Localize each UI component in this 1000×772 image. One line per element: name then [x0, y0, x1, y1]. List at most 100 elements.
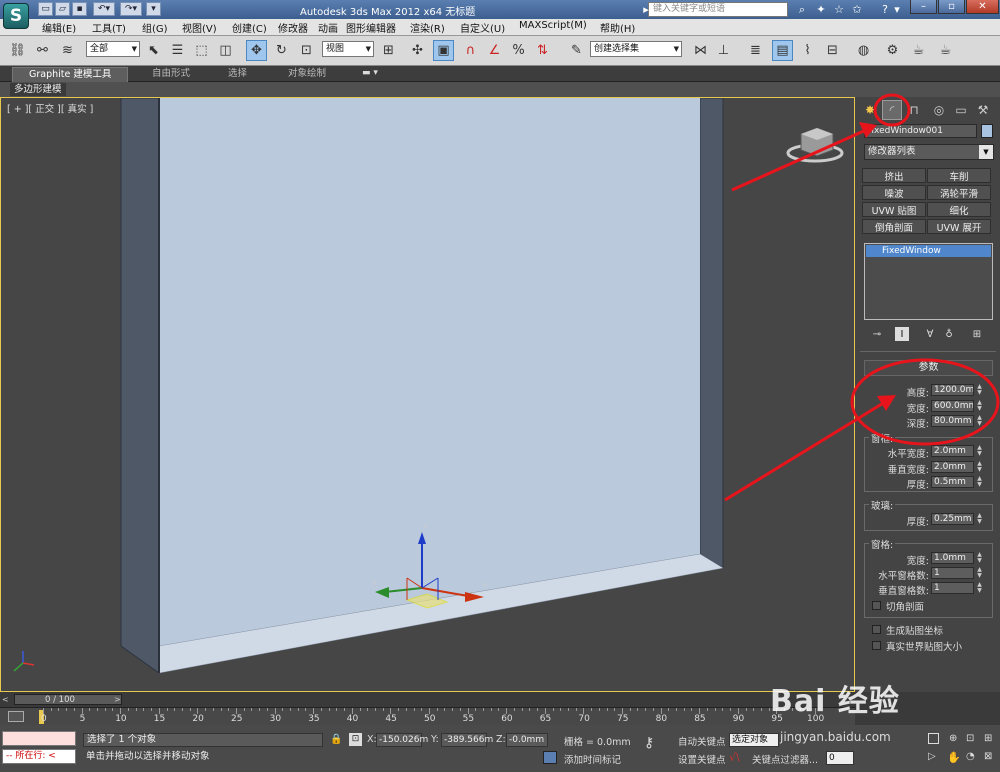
search-input[interactable]: 键入关键字或短语 [648, 2, 788, 17]
favorite-icon[interactable]: ☆ [831, 2, 847, 17]
reference-coord-dropdown[interactable]: 视图 [322, 41, 374, 57]
keyboard-shortcut-icon[interactable]: ▣ [433, 40, 454, 61]
menu-edit[interactable]: 编辑(E) [42, 20, 76, 35]
h-panels-field[interactable]: 1 [931, 567, 974, 579]
modifier-list-dropdown[interactable]: 修改器列表 [864, 144, 994, 160]
key-filters-button[interactable]: 关键点过滤器... [752, 752, 818, 766]
minimize-button[interactable]: – [910, 0, 937, 14]
material-editor-icon[interactable]: ◍ [853, 40, 874, 61]
add-time-tag[interactable]: 添加时间标记 [564, 752, 621, 766]
schematic-view-icon[interactable]: ⊟ [822, 40, 843, 61]
tools-icon[interactable]: ✦ [813, 2, 829, 17]
key-icon[interactable]: ⚷ [644, 735, 654, 751]
h-panels-spinner[interactable]: ▲ ▼ [976, 567, 983, 579]
window-frame-right[interactable] [699, 98, 724, 569]
select-object-icon[interactable]: ⬉ [143, 40, 164, 61]
parameters-rollout-title[interactable]: 参数 [864, 360, 993, 376]
rail-width-field[interactable]: 1.0mm [931, 552, 974, 564]
depth-field[interactable]: 80.0mm [931, 415, 974, 427]
v-panels-field[interactable]: 1 [931, 582, 974, 594]
named-selection-dropdown[interactable]: 创建选择集 [590, 41, 682, 57]
help-dropdown-icon[interactable]: ▾ [893, 2, 901, 17]
height-field[interactable]: 1200.0mm [931, 384, 974, 396]
remove-modifier-icon[interactable]: ♁ [942, 327, 956, 341]
save-icon[interactable]: ▪ [72, 2, 87, 16]
h-width-field[interactable]: 2.0mm [931, 445, 974, 457]
chevron-down-icon[interactable]: ▼ [979, 145, 993, 159]
viewport-label[interactable]: [ + ][ 正交 ][ 真实 ] [7, 101, 93, 115]
z-coord-field[interactable]: -0.0mm [506, 733, 548, 747]
uvw-map-button[interactable]: UVW 贴图 [862, 202, 926, 217]
utilities-tab-icon[interactable]: ⚒ [973, 100, 993, 120]
motion-tab-icon[interactable]: ◎ [929, 100, 949, 120]
modify-tab-icon[interactable]: ◜ [882, 100, 902, 120]
zoom-extents-icon[interactable]: ⊡ [966, 733, 974, 744]
height-spinner[interactable]: ▲ ▼ [976, 384, 983, 396]
viewport-front[interactable]: [ + ][ 正交 ][ 真实 ] z x y [0, 97, 855, 692]
app-logo[interactable]: S [3, 3, 29, 29]
timeline-ruler[interactable]: 0 5 10 15 20 25 30 35 40 45 50 55 60 65 70 75 80 85 90 95 10… [0, 707, 855, 725]
menu-customize[interactable]: 自定义(U) [460, 20, 505, 35]
rendered-frame-icon[interactable]: ☕ [908, 40, 929, 61]
zoom-icon[interactable] [928, 733, 939, 744]
object-color-swatch[interactable] [981, 124, 993, 138]
select-move-icon[interactable]: ✥ [246, 40, 267, 61]
modifier-stack[interactable]: FixedWindow [864, 243, 993, 320]
viewcube[interactable] [786, 127, 844, 163]
render-production-icon[interactable]: ☕ [935, 40, 956, 61]
width-field[interactable]: 600.0mm [931, 400, 974, 412]
h-width-spinner[interactable]: ▲ ▼ [976, 445, 983, 457]
bevel-profile-button[interactable]: 倒角剖面 [862, 219, 926, 234]
polygon-modeling-label[interactable]: 多边形建模 [10, 83, 66, 96]
window-frame-left[interactable] [120, 98, 160, 674]
pivot-center-icon[interactable]: ⊞ [378, 40, 399, 61]
window-crossing-icon[interactable]: ◫ [215, 40, 236, 61]
configure-sets-icon[interactable]: ⊞ [970, 327, 984, 341]
fov-icon[interactable]: ▷ [928, 751, 936, 762]
layer-manager-icon[interactable]: ≣ [745, 40, 766, 61]
gen-map-coords-checkbox[interactable] [872, 625, 881, 634]
menu-create[interactable]: 创建(C) [232, 20, 267, 35]
depth-spinner[interactable]: ▲ ▼ [976, 415, 983, 427]
menu-tools[interactable]: 工具(T) [92, 20, 126, 35]
menu-maxscript[interactable]: MAXScript(M) [519, 20, 587, 31]
slider-left-arrow[interactable]: < [2, 695, 9, 704]
noise-button[interactable]: 噪波 [862, 185, 926, 200]
glass-thickness-field[interactable]: 0.25mm [931, 513, 974, 525]
pin-stack-icon[interactable]: ⊸ [870, 327, 884, 341]
render-setup-icon[interactable]: ⚙ [882, 40, 903, 61]
create-tab-icon[interactable]: ✸ [860, 100, 880, 120]
set-key-label[interactable]: 设置关键点 [678, 752, 726, 766]
link-icon[interactable]: ⛓ [7, 40, 28, 61]
zoom-extents-all-icon[interactable]: ⊞ [984, 733, 992, 744]
frame-thickness-field[interactable]: 0.5mm [931, 476, 974, 488]
spinner-snap-icon[interactable]: ⇅ [532, 40, 553, 61]
object-name-field[interactable]: FixedWindow001 [864, 124, 977, 138]
mirror-icon[interactable]: ⋈ [690, 40, 711, 61]
maxscript-listener[interactable] [2, 731, 76, 746]
key-selection-dropdown[interactable]: 选定对象 [729, 733, 779, 747]
zoom-all-icon[interactable]: ⊕ [949, 733, 957, 744]
snap-3d-icon[interactable]: ∩ [460, 40, 481, 61]
menu-graph-editors[interactable]: 图形编辑器 [346, 20, 396, 35]
help-icon[interactable]: ? [877, 2, 893, 17]
slider-right-arrow[interactable]: > [114, 695, 121, 704]
v-panels-spinner[interactable]: ▲ ▼ [976, 582, 983, 594]
orbit-icon[interactable]: ◔ [966, 751, 975, 762]
v-width-field[interactable]: 2.0mm [931, 461, 974, 473]
hierarchy-tab-icon[interactable]: ⊓ [904, 100, 924, 120]
rect-selection-icon[interactable]: ⬚ [191, 40, 212, 61]
curve-key-icon[interactable]: √\ [729, 751, 749, 765]
tessellate-button[interactable]: 细化 [927, 202, 991, 217]
tab-object-paint[interactable]: 对象绘制 [272, 67, 342, 82]
expand-icon[interactable]: ▸ [642, 2, 650, 17]
frame-thickness-spinner[interactable]: ▲ ▼ [976, 476, 983, 488]
auto-key-label[interactable]: 自动关键点 [678, 734, 726, 748]
menu-group[interactable]: 组(G) [142, 20, 168, 35]
graphite-toggle-icon[interactable]: ▤ [772, 40, 793, 61]
manipulate-icon[interactable]: ✣ [407, 40, 428, 61]
selection-filter-dropdown[interactable]: 全部 [86, 41, 140, 57]
tab-graphite-modeling[interactable]: Graphite 建模工具 [12, 67, 129, 82]
percent-snap-icon[interactable]: % [508, 40, 529, 61]
select-rotate-icon[interactable]: ↻ [271, 40, 292, 61]
